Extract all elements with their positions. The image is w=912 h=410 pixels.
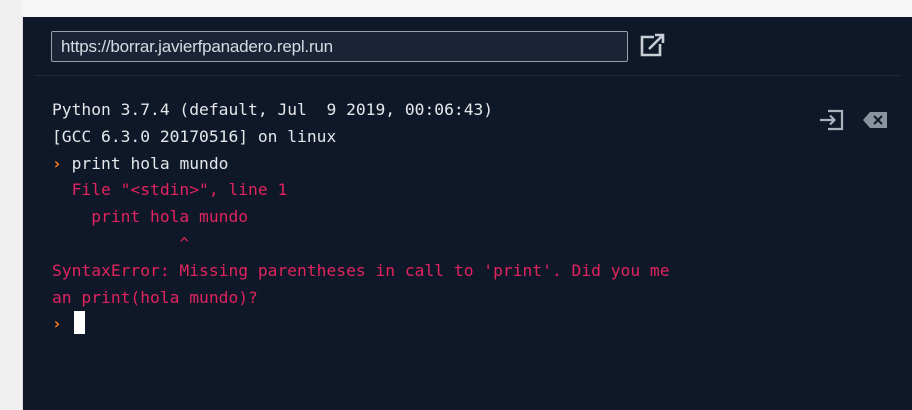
prompt-symbol: › bbox=[52, 314, 62, 334]
input-line[interactable]: › bbox=[52, 311, 892, 338]
header-divider bbox=[35, 75, 900, 76]
left-gutter bbox=[0, 0, 23, 410]
input-history-line: › print hola mundo bbox=[52, 151, 892, 178]
url-field[interactable]: https://borrar.javierfpanadero.repl.run bbox=[51, 31, 628, 62]
error-line: ^ bbox=[52, 233, 190, 253]
prompt-symbol: › bbox=[52, 153, 62, 173]
input-text: print hola mundo bbox=[71, 153, 229, 173]
output-line: [GCC 6.3.0 20170516] on linux bbox=[52, 126, 337, 146]
external-link-icon[interactable] bbox=[639, 33, 667, 59]
top-strip bbox=[22, 0, 912, 17]
error-line: an print(hola mundo)? bbox=[52, 287, 258, 307]
output-line: Python 3.7.4 (default, Jul 9 2019, 00:06… bbox=[52, 100, 494, 119]
error-line: SyntaxError: Missing parentheses in call… bbox=[52, 260, 670, 280]
terminal-output[interactable]: Python 3.7.4 (default, Jul 9 2019, 00:06… bbox=[52, 97, 892, 338]
error-line: print hola mundo bbox=[52, 207, 249, 227]
text-cursor bbox=[73, 311, 85, 335]
error-line: File "<stdin>", line 1 bbox=[52, 180, 288, 200]
repl-console: https://borrar.javierfpanadero.repl.run … bbox=[23, 17, 912, 410]
